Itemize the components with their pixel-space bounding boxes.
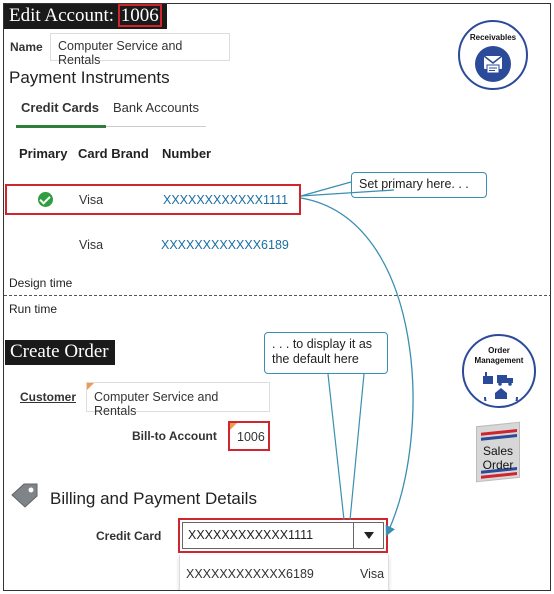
connector-arrows: [300, 181, 414, 537]
screenshot-frame: Edit Account: 1006 Name Computer Service…: [3, 3, 551, 591]
